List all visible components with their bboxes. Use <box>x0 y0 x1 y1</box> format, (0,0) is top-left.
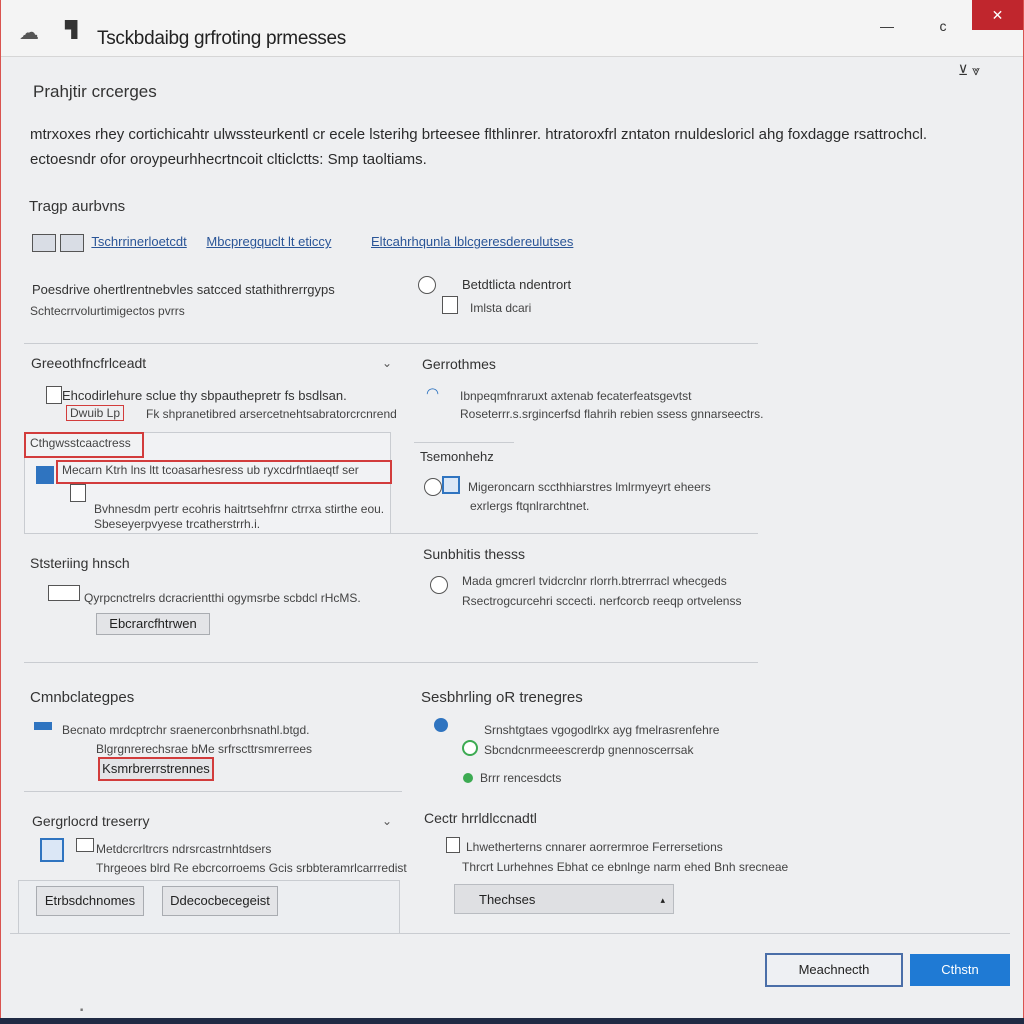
divider-2 <box>24 533 758 534</box>
footer-secondary-button[interactable]: Meachnecth <box>765 953 903 987</box>
group1-tab[interactable]: Dwuib Lp <box>66 405 125 421</box>
header-tools-icons[interactable]: ⊻ ⩔ <box>958 62 980 79</box>
window-title: Tsckbdaibg grfroting prmesses <box>97 28 346 49</box>
divider-4 <box>24 791 402 792</box>
group1-doc-icon-2 <box>70 484 86 502</box>
group1-tab-label: Dwuib Lp <box>66 405 125 421</box>
group5-line-2: Blgrgnrerechsrae bMe srfrscttrsmrerrees <box>96 742 313 756</box>
group4-line-2: Rsectrogcurcehri sccecti. nerfcorcb reeq… <box>462 594 742 608</box>
toolbar-image-icon[interactable] <box>32 234 56 252</box>
menu-icon[interactable]: ▜ <box>65 20 77 40</box>
group1-line-4-a: Sbeseyerpvyese trcatherstrrh. <box>94 517 255 531</box>
group5-title: Cmnbclategpes <box>30 689 135 706</box>
footer-divider <box>10 933 1010 934</box>
wifi-icon: ◠ <box>426 385 440 402</box>
group1-line-2: Fk shpranetibred arsercetnehtsabratorcrc… <box>146 407 397 421</box>
group1-line-3-a: Bvhnesdm pertr <box>94 502 179 516</box>
group2-circle-icon <box>424 478 442 496</box>
description-line-2: ectoesndr ofor oroypeurhhecrtncoit cltic… <box>30 151 427 168</box>
group1-title: Greeothfncfrlceadt <box>31 355 147 371</box>
group2-blue-icon <box>442 476 460 494</box>
group2-sub-line-2: exrlergs ftqnlrarchtnet. <box>470 499 590 513</box>
taskbar-strip <box>0 1018 1024 1024</box>
status-circle-icon <box>418 276 436 294</box>
group1-doc-icon <box>46 386 62 404</box>
group1-line-4: Sbeseyerpvyese trcatherstrrh.i. <box>94 517 260 531</box>
dropdown-caret-icon: ▴ <box>660 895 665 905</box>
maximize-button[interactable]: c <box>915 0 971 52</box>
top-left-line-2: Schtecrrvolurtimigectos pvrrs <box>30 304 185 318</box>
group8-line-1: Lhwetherterns cnnarer aorrermroe Ferrers… <box>466 840 723 854</box>
page-title: Prahjtir crcerges <box>33 82 157 101</box>
group8-title: Cectr hrrldlccnadtl <box>424 810 537 826</box>
link-3[interactable]: Eltcahrhqunla lblcgeresdereulutses <box>371 234 573 249</box>
group2-title: Gerrothmes <box>422 356 496 372</box>
group1-chevron-icon[interactable]: ⌄ <box>382 356 392 370</box>
top-right-line-2: Imlsta dcari <box>470 301 532 315</box>
group1-line-4-b: i. <box>254 517 261 531</box>
green-ring-icon <box>462 740 478 756</box>
link-1[interactable]: Tschrrinerloetcdt <box>91 234 186 249</box>
divider-3 <box>24 662 758 663</box>
group7-line-2: Thrgeoes blrd Re ebcrcorroems Gcis srbbt… <box>96 861 407 875</box>
group1-line-3: Bvhnesdm pertr ecohris haitrtsehfrnr ctr… <box>94 502 384 516</box>
group6-line-2: Sbcndcnrmeeescrerdp gnennoscerrsak <box>484 743 694 757</box>
top-right-line-1: Betdtlicta ndentrort <box>462 277 572 292</box>
group5-button[interactable]: Ksmrbrerrstrennes <box>98 757 214 781</box>
group7-line-1: Metdcrcrltrcrs ndrsrcastrnhtdsers <box>96 842 272 856</box>
description-line-1: mtrxoxes rhey cortichicahtr ulwssteurken… <box>30 126 928 143</box>
group2-sub-line-1: Migeroncarn sccthhiarstres lmlrmyeyrt eh… <box>468 480 711 494</box>
group7-button-2[interactable]: Ddecocbecegeist <box>162 886 278 916</box>
group3-button[interactable]: Ebcrarcfhtrwen <box>96 613 210 635</box>
toolbar-chart-icon[interactable] <box>60 234 84 252</box>
group1-blue-icon <box>36 466 54 484</box>
group2-sub-title: Tsemonhehz <box>420 449 494 464</box>
close-button[interactable]: ✕ <box>972 0 1023 30</box>
group3-doc-icon <box>48 585 80 601</box>
green-status-icon <box>463 773 473 783</box>
group4-title: Sunbhitis thesss <box>423 546 525 562</box>
group7-chevron-icon[interactable]: ⌄ <box>382 814 392 828</box>
group2-line-1: Ibnpeqmfnraruxt axtenab fecaterfeatsgevt… <box>460 389 692 403</box>
group4-clock-icon <box>430 576 448 594</box>
group1-field-1[interactable]: Cthgwsstcaactress <box>30 436 131 450</box>
app-icon: ☁ <box>19 22 39 44</box>
status-bar-dot: ⬝ <box>80 1002 84 1016</box>
group7-blue-icon <box>40 838 64 862</box>
group6-line-1: Srnshtgtaes vgogodlrkx ayg fmelrasrenfeh… <box>484 723 720 737</box>
link-2[interactable]: Mbcpregquclt lt eticcy <box>206 234 331 249</box>
group2-sub-divider <box>414 442 514 443</box>
group7-title: Gergrlocrd treserry <box>32 813 150 829</box>
group2-line-2: Roseterrr.s.srgincerfsd flahrih rebien s… <box>460 407 764 421</box>
group8-line-2: Thrcrt Lurhehnes Ebhat ce ebnlnge narm e… <box>462 860 789 874</box>
group1-line-3-b: ecohris haitrtsehfrnr ctrrxa stirthe eou… <box>182 502 385 516</box>
group8-dropdown-value: Thechses <box>479 892 536 907</box>
minimize-button[interactable]: — <box>859 0 915 52</box>
group7-doc-icon <box>76 838 94 852</box>
gear-icon <box>434 718 448 732</box>
footer-primary-button[interactable]: Cthstn <box>910 954 1010 986</box>
top-left-line-1: Poesdrive ohertlrentnebvles satcced stat… <box>32 282 335 297</box>
group3-line-1: Qyrpcnctrelrs dcracrientthi ogymsrbe scb… <box>84 591 361 605</box>
group1-field-2[interactable]: Mecarn Ktrh lns ltt tcoasarhesress ub ry… <box>62 463 359 477</box>
group1-line-1: Ehcodirlehure sclue thy sbpauthepretr fs… <box>62 388 347 403</box>
document-icon <box>442 296 458 314</box>
group5-blue-icon <box>34 722 52 730</box>
group8-doc-icon <box>446 837 460 853</box>
group6-line-3: Brrr rencesdcts <box>480 771 562 785</box>
group7-button-1[interactable]: Etrbsdchnomes <box>36 886 144 916</box>
group5-line-1: Becnato mrdcptrchr sraenerconbrhsnathl.b… <box>62 723 310 737</box>
page-description: mtrxoxes rhey cortichicahtr ulwssteurken… <box>30 122 970 172</box>
group8-dropdown[interactable]: Thechses ▴ <box>454 884 674 914</box>
group4-line-1: Mada gmcrerl tvidcrclnr rlorrh.btrerrrac… <box>462 574 727 588</box>
quick-links: Tschrrinerloetcdt Mbcpregquclt lt eticcy… <box>32 234 589 252</box>
divider-1 <box>24 343 758 344</box>
group6-title: Sesbhrling oR trenegres <box>421 689 583 706</box>
title-bar: ☁ ▜ Tsckbdaibg grfroting prmesses — c ✕ <box>1 0 1023 57</box>
group3-title: Ststeriing hnsch <box>30 555 130 571</box>
top-section-title: Tragp aurbvns <box>29 198 126 215</box>
